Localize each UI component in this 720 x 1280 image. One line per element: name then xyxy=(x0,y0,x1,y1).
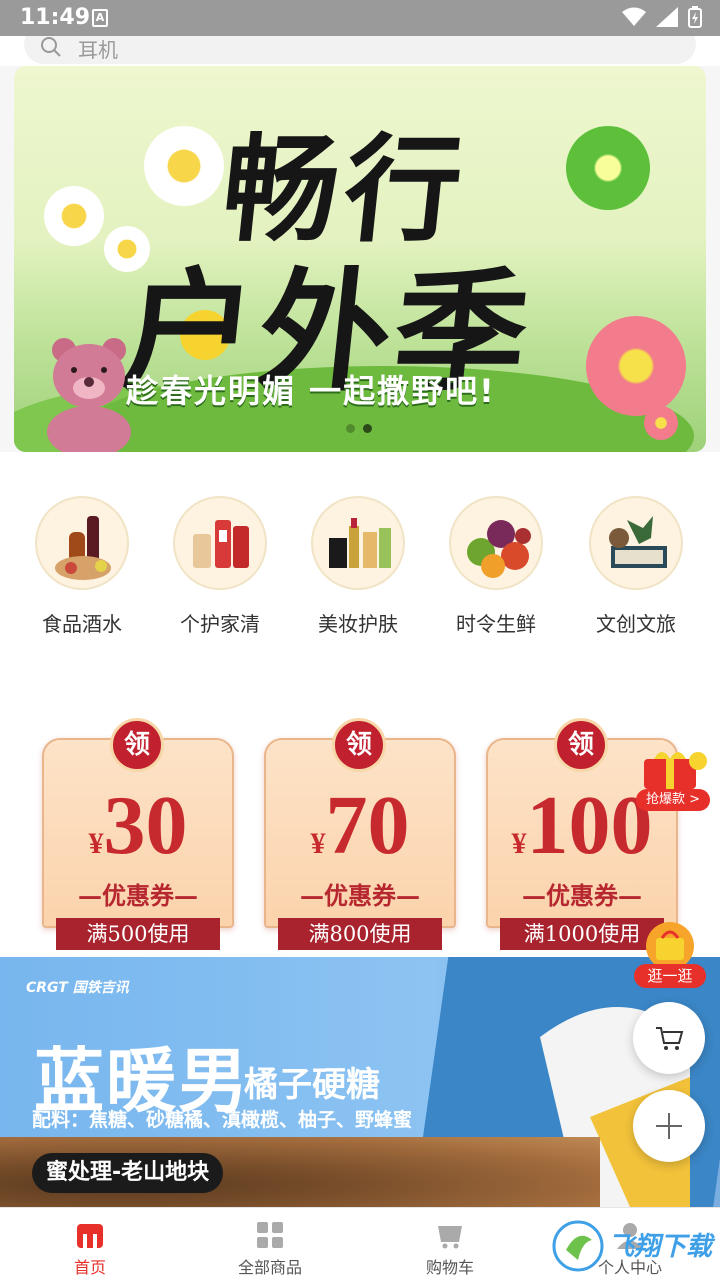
category-personal-care[interactable]: 个护家清 xyxy=(160,496,280,637)
cart-icon xyxy=(438,1226,462,1249)
cosmetics-icon xyxy=(311,496,405,590)
status-icons xyxy=(622,6,702,28)
coupon-amount: ¥30 xyxy=(88,779,188,872)
category-food-wine[interactable]: 食品酒水 xyxy=(22,496,142,637)
coupon-claim-badge: 领 xyxy=(554,718,608,772)
search-icon xyxy=(41,37,61,57)
product-ingredients: 配料：焦糖、砂糖橘、滇橄榄、柚子、野蜂蜜 xyxy=(32,1109,413,1131)
carousel-dot[interactable] xyxy=(346,424,355,433)
coupon-claim-badge: 领 xyxy=(332,718,386,772)
category-fresh[interactable]: 时令生鲜 xyxy=(436,496,556,637)
coupon-condition: 满500使用 xyxy=(56,918,220,950)
status-time: 11:49 xyxy=(20,5,91,30)
nav-home[interactable]: 首页 xyxy=(30,1220,150,1278)
coupon-claim-badge: 领 xyxy=(110,718,164,772)
category-row: 食品酒水 个护家清 美妆护肤 时令生鲜 文创文旅 xyxy=(0,452,720,682)
carousel-dot-active[interactable] xyxy=(363,424,372,433)
product-tag: 蜜处理-老山地块 xyxy=(32,1153,224,1193)
flower-decoration xyxy=(44,186,104,246)
brand-logo: CRGT 国铁吉讯 xyxy=(26,980,129,996)
gift-icon xyxy=(644,752,707,789)
food-wine-icon xyxy=(35,496,129,590)
coupon-type: —优惠券— xyxy=(78,881,198,910)
nav-label: 首页 xyxy=(73,1258,106,1277)
watermark-icon xyxy=(552,1220,604,1272)
cart-icon xyxy=(656,1027,684,1050)
notification-icon: A xyxy=(92,9,108,27)
product-subtitle: 橘子硬糖 xyxy=(244,1065,380,1105)
hot-deals-label: 抢爆款 > xyxy=(636,789,710,811)
product-banner[interactable]: CRGT 国铁吉讯 蓝暖男 橘子硬糖 配料：焦糖、砂糖橘、滇橄榄、柚子、野蜂蜜 … xyxy=(0,957,720,1207)
category-cosmetics[interactable]: 美妆护肤 xyxy=(298,496,418,637)
wifi-icon xyxy=(622,7,646,26)
category-label: 美妆护肤 xyxy=(318,612,398,636)
watermark-logo: 飞翔下载 xyxy=(552,1220,712,1272)
browse-button[interactable]: 逛一逛 xyxy=(634,920,706,992)
nav-cart[interactable]: 购物车 xyxy=(390,1220,510,1278)
personal-care-icon xyxy=(173,496,267,590)
coupon-type: —优惠券— xyxy=(522,881,642,910)
bear-mascot-icon xyxy=(47,338,131,452)
category-label: 食品酒水 xyxy=(42,612,122,636)
nav-all-products[interactable]: 全部商品 xyxy=(210,1220,330,1278)
carousel-indicator xyxy=(346,424,372,433)
battery-icon xyxy=(688,6,702,28)
flower-decoration xyxy=(144,126,224,206)
category-label: 个护家清 xyxy=(180,612,260,636)
watermark-text: 飞翔下载 xyxy=(608,1232,713,1262)
search-placeholder: 耳机 xyxy=(78,38,118,62)
app-screen: 11:49 A 耳机 畅行 户外季 趁春光明媚 一起撒野吧! 食品酒水 个护家清… xyxy=(0,0,720,1280)
promo-banner[interactable]: 畅行 户外季 趁春光明媚 一起撒野吧! xyxy=(14,66,706,452)
coupon-30[interactable]: 领 ¥30 —优惠券— 满500使用 xyxy=(40,718,236,950)
flower-decoration xyxy=(644,406,678,440)
coupon-section: 领 ¥30 —优惠券— 满500使用 领 ¥70 —优惠券— 满800使用 领 … xyxy=(0,682,720,957)
grid-icon xyxy=(257,1222,283,1248)
category-label: 文创文旅 xyxy=(596,612,676,636)
cultural-creative-icon xyxy=(589,496,683,590)
coupon-amount: ¥70 xyxy=(310,779,410,872)
add-fab-button[interactable] xyxy=(633,1090,705,1162)
nav-label: 全部商品 xyxy=(237,1258,302,1277)
coupon-70[interactable]: 领 ¥70 —优惠券— 满800使用 xyxy=(262,718,458,950)
status-bar: 11:49 A xyxy=(0,0,720,36)
signal-icon xyxy=(656,7,678,27)
search-bar-container: 耳机 xyxy=(0,24,720,66)
fresh-fruit-icon xyxy=(449,496,543,590)
banner-subtitle: 趁春光明媚 一起撒野吧! xyxy=(126,372,496,410)
coupon-type: —优惠券— xyxy=(300,881,420,910)
nav-label: 购物车 xyxy=(425,1258,474,1277)
hot-deals-button[interactable]: 抢爆款 > xyxy=(632,745,712,811)
cart-fab-button[interactable] xyxy=(633,1002,705,1074)
category-label: 时令生鲜 xyxy=(456,612,536,636)
coupon-condition: 满800使用 xyxy=(278,918,442,950)
clover-decoration xyxy=(566,126,650,210)
flower-decoration xyxy=(586,316,686,416)
category-cultural[interactable]: 文创文旅 xyxy=(576,496,696,637)
shopping-bag-icon xyxy=(646,922,694,970)
browse-label: 逛一逛 xyxy=(634,964,706,988)
plus-icon xyxy=(656,1113,682,1139)
home-icon xyxy=(77,1224,103,1248)
